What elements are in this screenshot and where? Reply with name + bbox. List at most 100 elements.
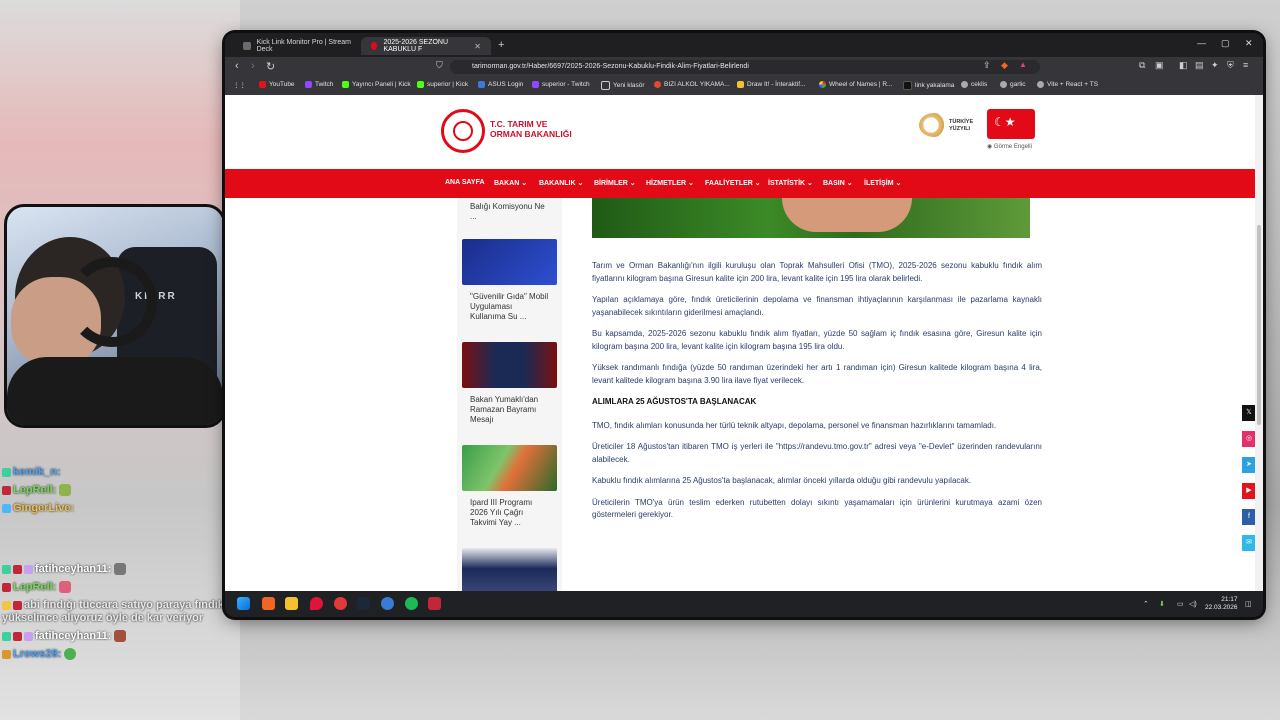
chevron-up-icon[interactable]: ⌃ [1143,600,1149,608]
news-card-image [462,445,557,491]
news-card[interactable]: Ipard III Programı 2026 Yılı Çağrı Takvi… [462,445,557,528]
address-bar[interactable]: tarimorman.gov.tr/Haber/6697/2025-2026-S… [450,60,1040,74]
tab-bar: Kick Link Monitor Pro | Stream Deck 2025… [225,33,1263,57]
back-icon[interactable]: ‹ [235,60,239,72]
youtube-share-button[interactable]: ▶ [1242,483,1255,499]
maximize-icon[interactable]: ▢ [1221,38,1230,49]
bookmark-superior-twitch[interactable]: superior - Twitch [532,81,590,88]
x-share-button[interactable]: 𝕏 [1242,405,1255,421]
scrollbar-thumb[interactable] [1257,225,1261,425]
brave-shield-icon[interactable]: ◆ [1001,60,1008,71]
new-tab-icon[interactable]: + [498,39,504,51]
bookmark-icon[interactable]: ⛉ [436,60,443,71]
draw-icon [737,81,744,88]
nav-hizmetler[interactable]: HİZMETLER ⌄ [646,179,694,187]
bookmark-alkol[interactable]: BIZI ALKOL YIKAMA... [654,81,730,88]
minimize-icon[interactable]: — [1197,38,1206,48]
tab-tarim-news[interactable]: 2025-2026 SEZONU KABUKLU F ✕ [361,37,491,55]
nav-bakan[interactable]: BAKAN ⌄ [494,179,527,187]
youtube-icon: ▶ [1246,487,1252,494]
terminal-icon [903,81,912,90]
chevron-down-icon: ⌄ [688,180,694,187]
sidebar-icon[interactable]: ◧ [1179,60,1188,71]
turkiye-yuzyili-text: TÜRKİYE YÜZYILI [949,119,973,133]
tab-search-icon[interactable]: ▤ [1195,60,1204,71]
share-page-icon[interactable]: ⇪ [983,60,991,71]
wheel-icon [819,81,826,88]
nav-basin[interactable]: BASIN ⌄ [823,179,853,187]
network-icon[interactable]: ▭ [1177,600,1184,608]
vpn-icon[interactable]: ⛨ [1227,60,1234,71]
nav-bakanlik[interactable]: BAKANLIK ⌄ [539,179,583,187]
bookmark-asus[interactable]: ASUS Login [478,81,523,88]
menu-icon[interactable]: ≡ [1243,60,1248,70]
notification-icon[interactable]: ◫ [1245,600,1252,608]
leo-icon[interactable]: ✦ [1211,60,1219,71]
bookmark-ceklis[interactable]: ceklis [961,81,987,88]
steam-icon[interactable] [357,597,370,610]
x-icon: 𝕏 [1246,409,1252,416]
news-card[interactable]: "Güvenilir Gıda" Mobil Uygulaması Kullan… [462,239,557,322]
screenshot-icon[interactable]: ▣ [1155,60,1164,71]
extensions-icon[interactable]: ⧉ [1139,60,1145,71]
bookmark-folder[interactable]: Yeni klasör [601,81,645,90]
news-card[interactable]: Bakan Yumaklı'dan Ramazan Bayramı Mesajı [462,342,557,425]
web-page: T.C. TARIM VE ORMAN BAKANLIĞI TÜRKİYE YÜ… [225,95,1255,591]
bookmark-label: ceklis [971,81,988,88]
clock-date: 22.03.2026 [1205,604,1238,611]
spotify-icon[interactable] [405,597,418,610]
brave-icon[interactable] [262,597,275,610]
app-icon-stream[interactable] [428,597,441,610]
app-tray-icon[interactable]: ⬇ [1159,600,1165,608]
bookmark-youtube[interactable]: YouTube [259,81,295,88]
reload-icon[interactable]: ↻ [266,60,275,73]
tab-kick-link-monitor[interactable]: Kick Link Monitor Pro | Stream Deck [233,37,373,55]
apps-icon[interactable]: ⋮⋮ [233,81,246,89]
close-window-icon[interactable]: ✕ [1245,38,1253,49]
bookmark-garlic[interactable]: garlic [1000,81,1026,88]
bookmark-kick-panel[interactable]: Yayıncı Paneli | Kick [342,81,411,88]
chat-badge [2,564,11,574]
windows-taskbar: ⌃ ⬇ ▭ ◁) 21:17 22.03.2026 ◫ [225,591,1263,617]
email-share-button[interactable]: ✉ [1242,535,1255,551]
facebook-share-button[interactable]: f [1242,509,1255,525]
bookmark-superior-kick[interactable]: superior | Kick [417,81,468,88]
taskbar-clock[interactable]: 21:17 22.03.2026 [1205,596,1238,612]
accessibility-link[interactable]: ◉ Görme Engelli [987,143,1032,150]
brave-rewards-icon[interactable]: ▲ [1019,60,1027,69]
volume-icon[interactable]: ◁) [1189,600,1197,608]
app-icon-blue[interactable] [381,597,394,610]
news-card[interactable] [462,548,557,591]
map-pin-icon[interactable] [310,597,323,610]
bookmark-draw-it[interactable]: Draw It! - İnteraktif... [737,81,806,88]
kick-icon [342,81,349,88]
nav-ana-sayfa[interactable]: ANA SAYFA [445,179,485,186]
chat-badge [2,467,11,477]
ministry-logo[interactable] [441,109,485,153]
close-tab-icon[interactable]: ✕ [474,42,481,51]
telegram-icon: ➤ [1246,461,1252,468]
app-icon-red[interactable] [334,597,347,610]
page-scrollbar[interactable] [1255,95,1263,591]
bookmark-twitch[interactable]: Twitch [305,81,333,88]
bookmark-vite[interactable]: Vite + React + TS [1037,81,1098,88]
nav-istatistik[interactable]: İSTATİSTİK ⌄ [768,179,813,187]
chat-message: GingerLive: [2,502,238,515]
turkiye-yuzyili-logo [919,113,949,137]
windows-start-icon[interactable] [237,597,250,610]
bookmark-wheel-of-names[interactable]: Wheel of Names | R... [819,81,892,88]
nav-faaliyetler[interactable]: FAALİYETLER ⌄ [705,179,761,187]
instagram-share-button[interactable]: ◎ [1242,431,1255,447]
forward-icon[interactable]: › [251,60,255,72]
article-body: Tarım ve Orman Bakanlığı'nın ilgili kuru… [592,260,1042,531]
ministry-name[interactable]: T.C. TARIM VE ORMAN BAKANLIĞI [490,119,572,139]
nav-label: İLETİŞİM [864,180,894,187]
telegram-share-button[interactable]: ➤ [1242,457,1255,473]
file-explorer-icon[interactable] [285,597,298,610]
news-card[interactable]: Balığı Komisyonu Ne ... [462,198,557,222]
clock-time: 21:17 [1221,596,1238,603]
nav-birimler[interactable]: BİRİMLER ⌄ [594,179,636,187]
news-card-caption: "Güvenilir Gıda" Mobil Uygulaması Kullan… [470,292,549,321]
nav-iletisim[interactable]: İLETİŞİM ⌄ [864,179,901,187]
bookmark-link-yakalama[interactable]: link yakalama [903,81,954,90]
